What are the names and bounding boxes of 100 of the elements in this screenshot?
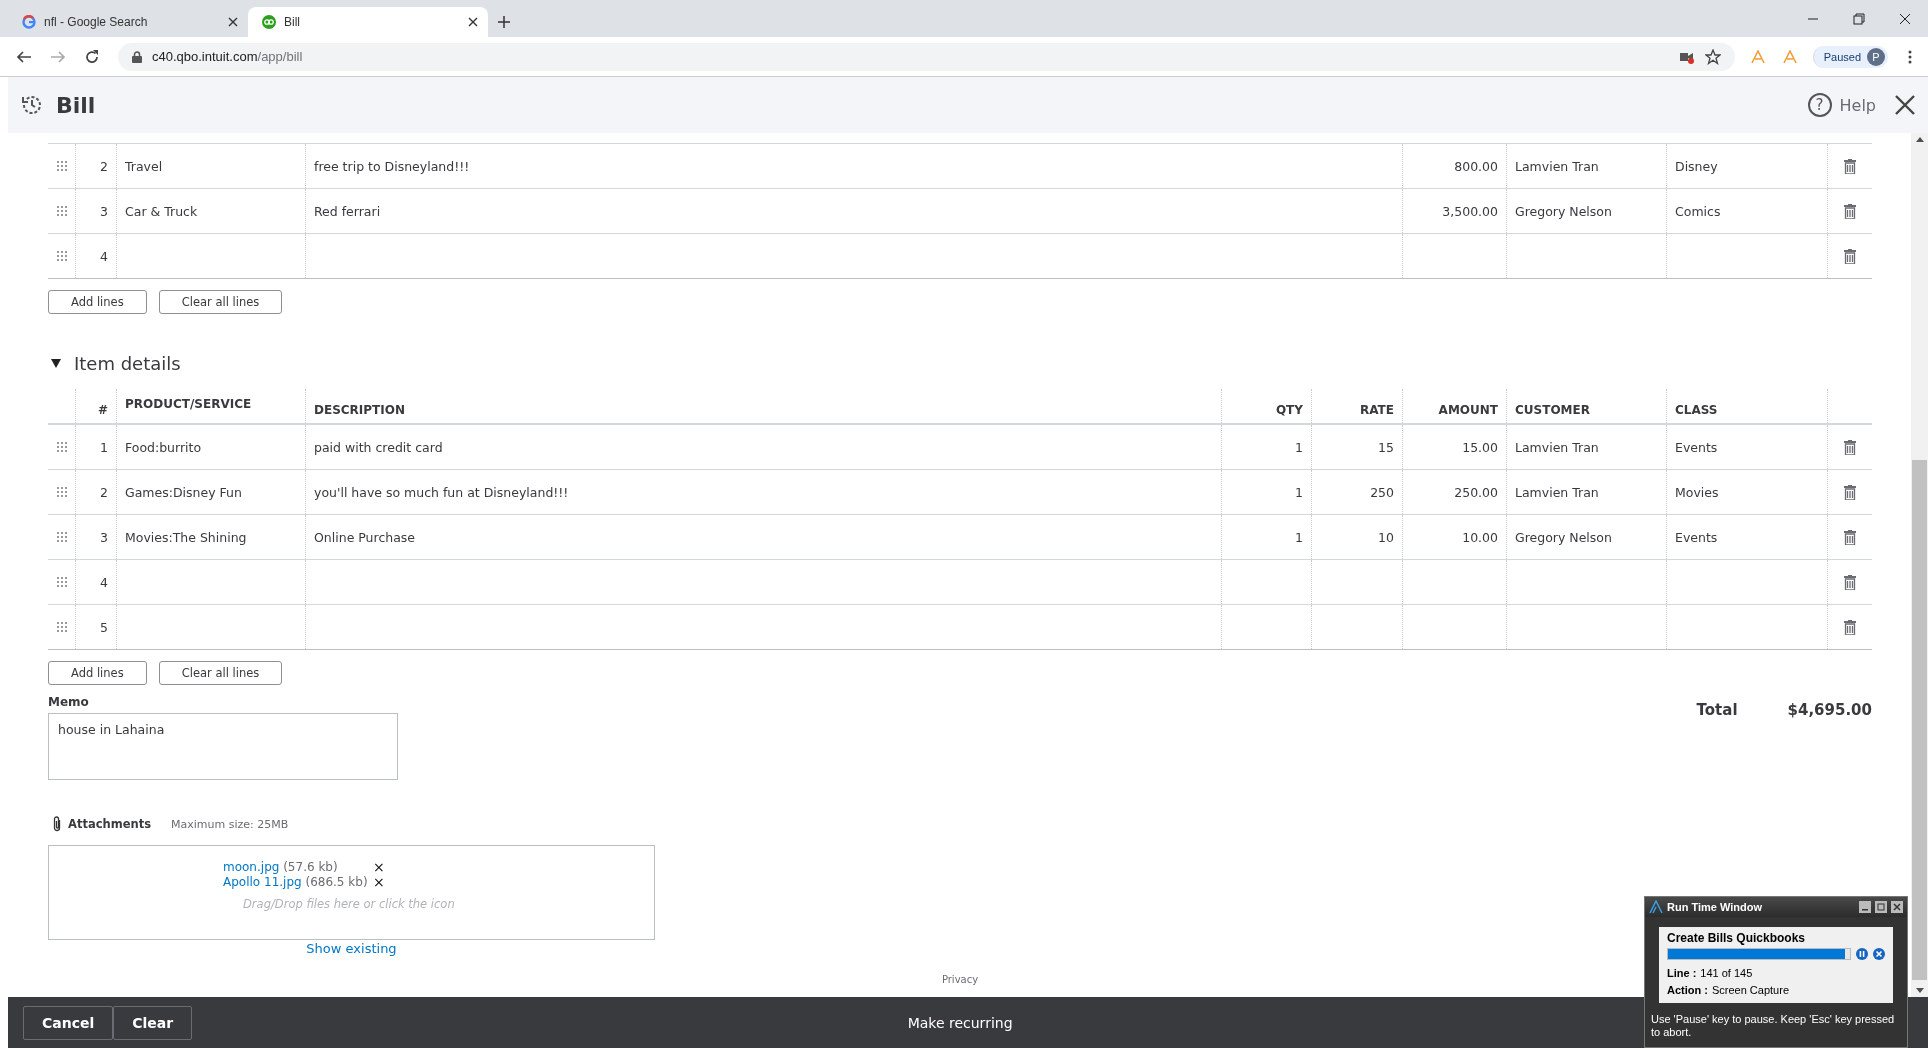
make-recurring-link[interactable]: Make recurring [907, 1014, 1013, 1031]
menu-icon[interactable] [1908, 49, 1912, 64]
reload-icon[interactable] [84, 48, 100, 65]
help-link[interactable]: Help [1839, 95, 1876, 115]
table-cell: Lamvien Tran [1507, 425, 1667, 469]
browser-tab[interactable]: nfl - Google Search [8, 7, 248, 37]
page-title: Bill [56, 92, 96, 118]
field-label: Action : [1667, 983, 1708, 996]
profile-button[interactable]: Paused P [1812, 45, 1888, 68]
table-cell: Lamvien Tran [1507, 470, 1667, 514]
privacy-link[interactable]: Privacy [941, 974, 979, 985]
delete-icon[interactable] [1844, 439, 1856, 455]
drag-handle-icon[interactable] [56, 622, 67, 632]
stop-icon[interactable] [1873, 948, 1885, 960]
table-cell: 10.00 [1403, 515, 1507, 559]
table-cell: free trip to Disneyland!!! [306, 144, 1403, 188]
field-label: Line : [1667, 966, 1697, 979]
avatar: P [1867, 47, 1885, 66]
drop-hint: Drag/Drop files here or click the icon [242, 897, 456, 911]
close-icon[interactable] [228, 17, 238, 27]
drag-handle-icon[interactable] [56, 206, 67, 216]
back-icon[interactable] [16, 48, 32, 65]
delete-icon[interactable] [1844, 574, 1856, 590]
restore-icon[interactable] [1853, 13, 1865, 25]
maximize-icon[interactable] [1875, 901, 1887, 913]
table-button[interactable]: Add lines [48, 661, 147, 685]
column-header: RATE [1312, 389, 1403, 423]
show-existing-link[interactable]: Show existing [306, 941, 397, 956]
table-cell: Gregory Nelson [1507, 189, 1667, 233]
pause-icon[interactable] [1856, 948, 1868, 960]
line-number: 2 [76, 470, 117, 514]
collapse-icon[interactable] [50, 357, 62, 369]
table-button[interactable]: Add lines [48, 290, 147, 314]
line-number: 3 [76, 189, 117, 233]
scroll-thumb[interactable] [1912, 460, 1927, 980]
line-number: 2 [76, 144, 117, 188]
column-header: # [76, 389, 117, 423]
drag-handle-icon[interactable] [56, 251, 67, 261]
drop-zone[interactable]: moon.jpg (57.6 kb) × Apollo 11.jpg (686.5 kb) × Drag/Drop files here or click the icon [48, 845, 655, 940]
table-cell: 800.00 [1403, 144, 1507, 188]
delete-icon[interactable] [1844, 248, 1856, 264]
address-field[interactable]: c40.qbo.intuit.com/app/bill [118, 42, 1735, 71]
job-name: Create Bills Quickbooks [1667, 931, 1807, 945]
delete-icon[interactable] [1844, 158, 1856, 174]
delete-icon[interactable] [1844, 203, 1856, 219]
close-icon[interactable] [1899, 13, 1911, 25]
clear-button[interactable]: Clear [113, 1005, 193, 1040]
delete-icon[interactable] [1844, 529, 1856, 545]
memo-label: Memo [48, 695, 90, 711]
field-value: Screen Capture [1711, 983, 1789, 996]
scroll-up-icon[interactable] [1915, 137, 1924, 142]
remove-icon[interactable]: × [373, 873, 385, 890]
table-cell: 10 [1312, 515, 1403, 559]
close-icon[interactable] [468, 17, 478, 27]
column-header: DESCRIPTION [306, 389, 1222, 423]
google-icon [22, 15, 36, 29]
column-header: AMOUNT [1403, 389, 1507, 423]
drag-handle-icon[interactable] [56, 161, 67, 171]
table-cell: paid with credit card [306, 425, 1222, 469]
scrollbar[interactable] [1911, 133, 1928, 997]
memo-field[interactable]: house in Lahaina [48, 713, 398, 780]
quickbooks-icon [262, 15, 276, 29]
table-cell: you'll have so much fun at Disneyland!!! [306, 470, 1222, 514]
minimize-icon[interactable] [1859, 901, 1871, 913]
remove-icon[interactable]: × [373, 858, 385, 875]
help-icon[interactable]: ? [1807, 93, 1832, 117]
table-button[interactable]: Clear all lines [158, 661, 283, 685]
line-number: 5 [76, 605, 117, 649]
column-header: QTY [1222, 389, 1312, 423]
column-header: CUSTOMER [1507, 389, 1667, 423]
table-cell: 1 [1222, 470, 1312, 514]
url-text: c40.qbo.intuit.com/app/bill [152, 49, 303, 64]
close-icon[interactable] [1894, 94, 1916, 116]
drag-handle-icon[interactable] [56, 442, 67, 452]
lock-icon [132, 50, 142, 63]
window-title: Run Time Window [1667, 901, 1763, 913]
cancel-button[interactable]: Cancel [23, 1005, 114, 1040]
paperclip-icon[interactable] [52, 816, 62, 832]
line-number: 3 [76, 515, 117, 559]
table-cell: Events [1667, 515, 1828, 559]
drag-handle-icon[interactable] [56, 577, 67, 587]
column-header: PRODUCT/SERVICE [117, 389, 306, 423]
scroll-down-icon[interactable] [1915, 988, 1924, 993]
table-cell: Red ferrari [306, 189, 1403, 233]
delete-icon[interactable] [1844, 484, 1856, 500]
table-cell: 3,500.00 [1403, 189, 1507, 233]
drag-handle-icon[interactable] [56, 487, 67, 497]
field-value: 141 of 145 [1700, 966, 1753, 979]
table-cell: Food:burrito [117, 425, 306, 469]
total-label: Total [1696, 701, 1738, 719]
close-icon[interactable] [1891, 901, 1903, 913]
history-icon[interactable] [20, 93, 44, 117]
table-button[interactable]: Clear all lines [158, 290, 283, 314]
total-value: $4,695.00 [1787, 701, 1872, 719]
star-icon[interactable] [1704, 48, 1721, 65]
drag-handle-icon[interactable] [56, 532, 67, 542]
new-tab-icon[interactable] [498, 16, 510, 28]
delete-icon[interactable] [1844, 619, 1856, 635]
attachments-label: Attachments [68, 817, 151, 831]
browser-tab[interactable]: Bill [248, 7, 488, 37]
